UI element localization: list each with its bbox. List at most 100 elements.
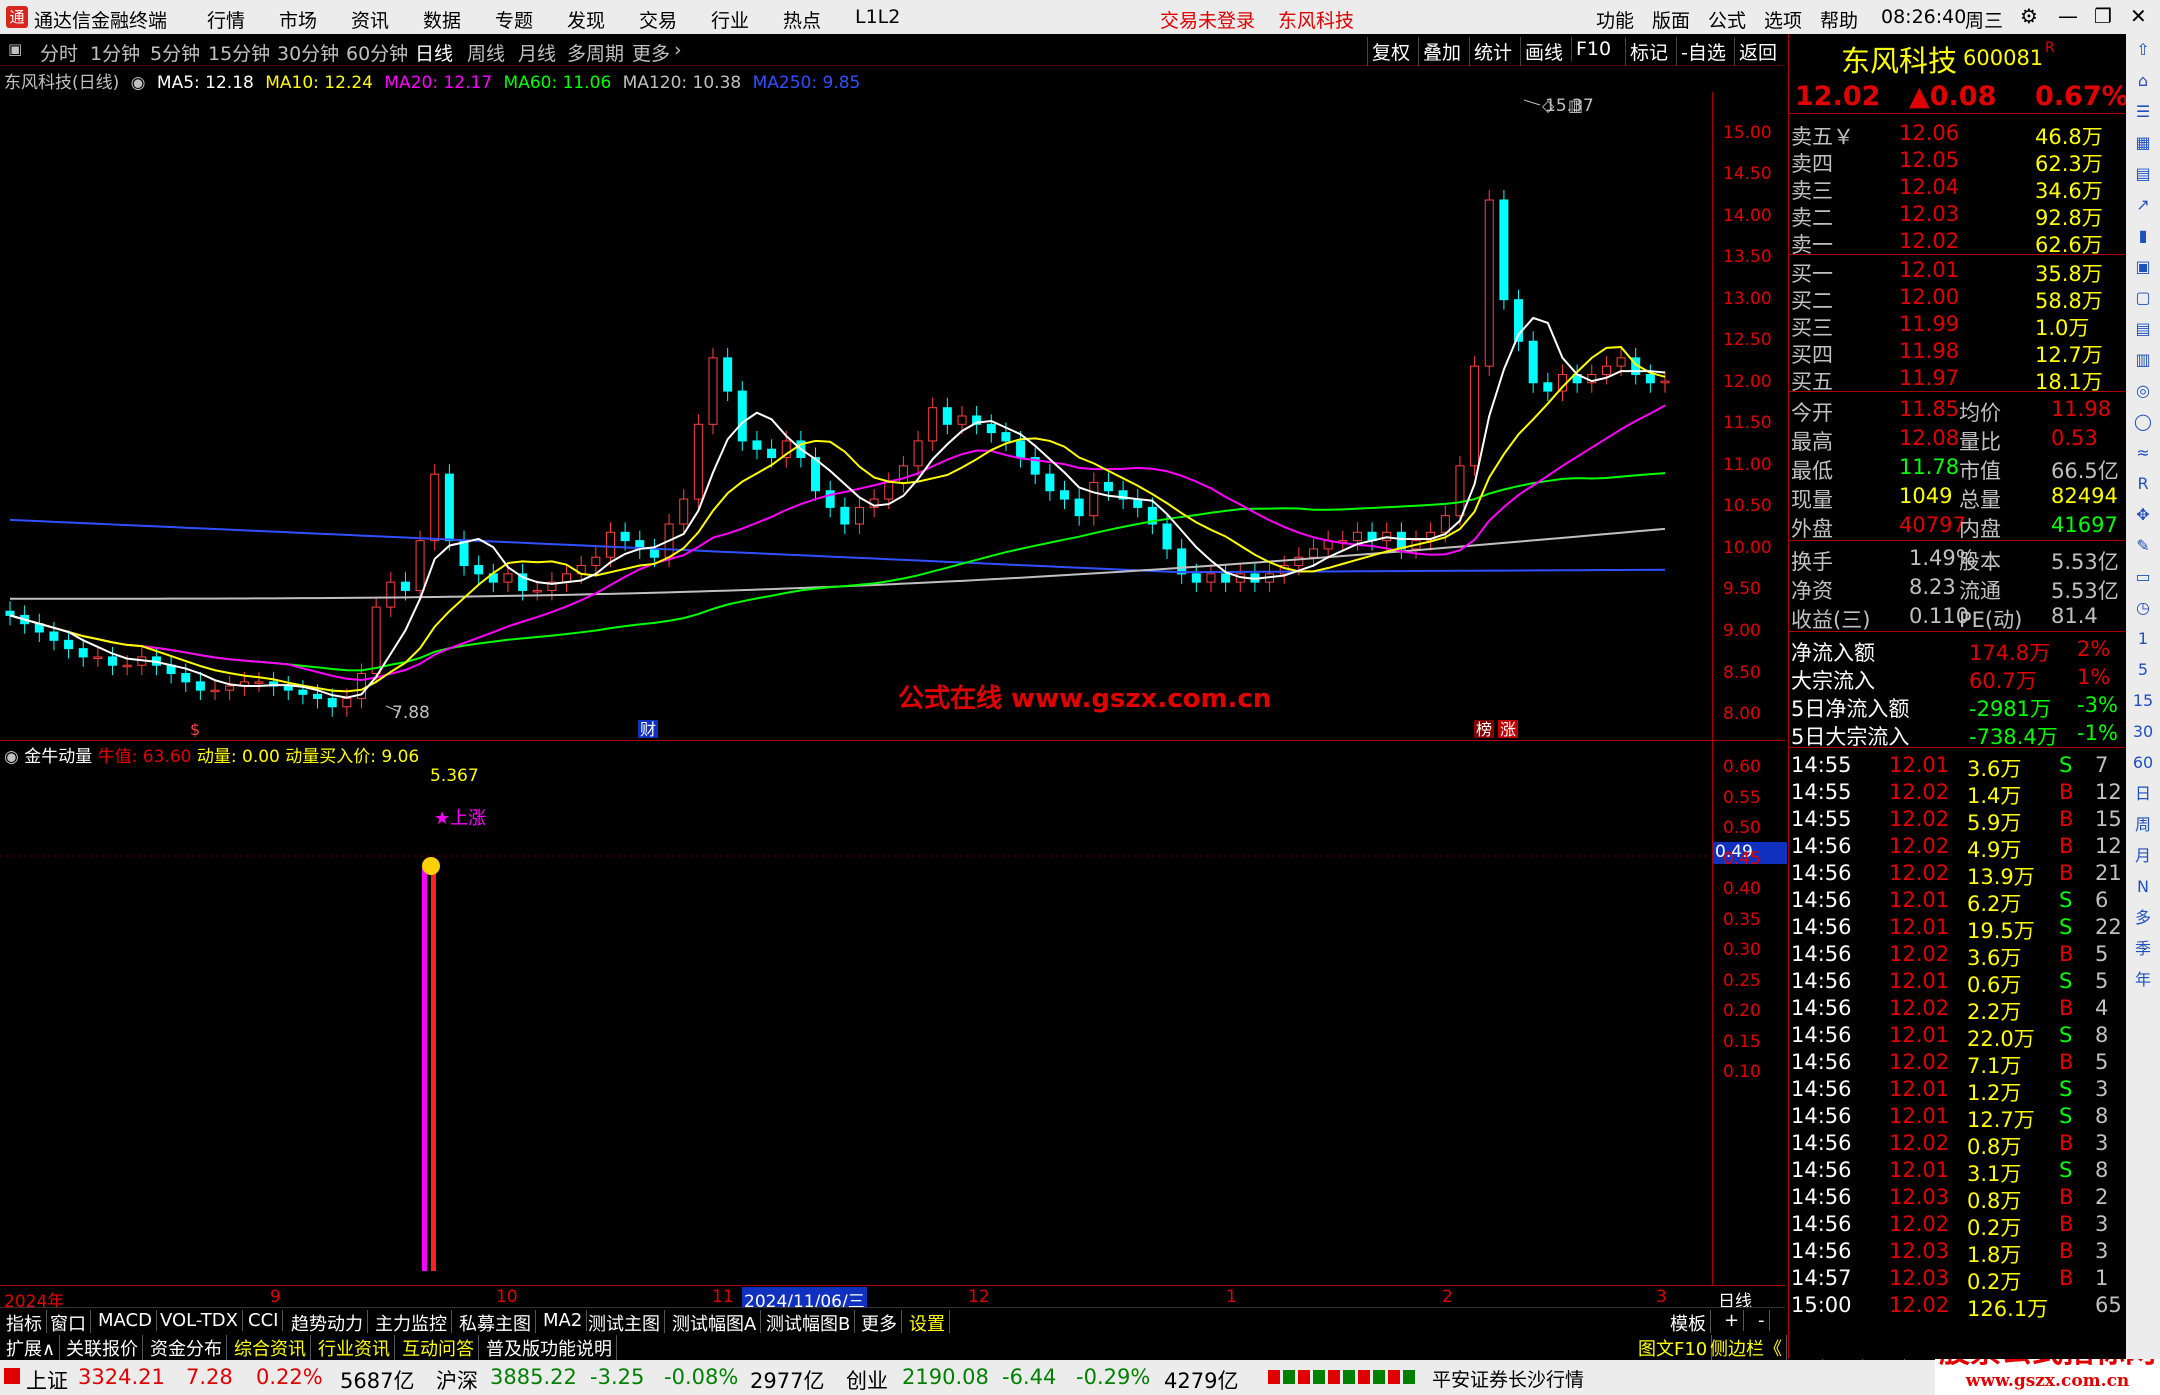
panel-toggle-icon[interactable]: ▣ [8, 40, 22, 58]
sidebar-grid-icon[interactable]: ▣ [2126, 251, 2160, 282]
sidebar-time-icon[interactable]: ◷ [2126, 592, 2160, 623]
menu-redian[interactable]: 热点 [783, 6, 821, 33]
btn-fanhui[interactable]: 返回 [1734, 37, 1781, 66]
sidebar-circle-icon[interactable]: ◯ [2126, 406, 2160, 437]
sidebar-week[interactable]: 周 [2126, 809, 2160, 840]
tab-macd[interactable]: MACD [94, 1310, 157, 1331]
sidebar-move-icon[interactable]: ✥ [2126, 499, 2160, 530]
sidebar-n[interactable]: N [2126, 871, 2160, 902]
menu-hangye[interactable]: 行业 [711, 6, 749, 33]
menu-zhuanti[interactable]: 专题 [495, 6, 533, 33]
menu-gongneng[interactable]: 功能 [1596, 6, 1634, 33]
minimize-icon[interactable]: — [2058, 4, 2078, 28]
tab-cci[interactable]: CCI [244, 1310, 284, 1331]
menu-gongshi[interactable]: 公式 [1708, 6, 1746, 33]
period-5min[interactable]: 5分钟 [150, 39, 200, 66]
tab-remove-button[interactable]: - [1754, 1310, 1770, 1331]
menu-faxian[interactable]: 发现 [567, 6, 605, 33]
tab-add-button[interactable]: + [1720, 1310, 1745, 1331]
sidebar-line-icon[interactable]: ↗ [2126, 189, 2160, 220]
sidebar-multi[interactable]: 多 [2126, 902, 2160, 933]
menu-shichang[interactable]: 市场 [279, 6, 317, 33]
period-weekly[interactable]: 周线 [467, 39, 505, 66]
sidebar-1-icon[interactable]: 1 [2126, 623, 2160, 654]
chevron-right-icon[interactable]: › [674, 39, 682, 61]
tab-vol-tdx[interactable]: VOL-TDX [156, 1310, 243, 1331]
tab-ma2[interactable]: MA2 [539, 1310, 588, 1331]
sidebar-table-icon[interactable]: ▦ [2126, 127, 2160, 158]
sidebar-bar-icon[interactable]: ▮ [2126, 220, 2160, 251]
period-more[interactable]: 更多 [632, 39, 670, 66]
sidebar-month[interactable]: 月 [2126, 840, 2160, 871]
mark-bang[interactable]: 榜 [1476, 720, 1492, 739]
indicator-name[interactable]: 金牛动量 [24, 747, 92, 767]
sidebar-30-icon[interactable]: 30 [2126, 716, 2160, 747]
tab-hangye-zixun[interactable]: 行业资讯 [314, 1335, 395, 1361]
sidebar-fin-icon[interactable]: ▢ [2126, 282, 2160, 313]
period-multi[interactable]: 多周期 [567, 39, 624, 66]
menu-banmian[interactable]: 版面 [1652, 6, 1690, 33]
period-monthly[interactable]: 月线 [518, 39, 556, 66]
settings-dot-icon[interactable]: ◉ [131, 73, 146, 93]
gear-icon[interactable]: ⚙ [2020, 4, 2038, 28]
btn-biaoji[interactable]: 标记 [1625, 37, 1672, 66]
mark-zhang[interactable]: 涨 [1500, 720, 1516, 739]
menu-bangzhu[interactable]: 帮助 [1820, 6, 1858, 33]
tab-puji[interactable]: 普及版功能说明 [482, 1335, 617, 1361]
sidebar-wave-icon[interactable]: ≈ [2126, 437, 2160, 468]
btn-fuquan[interactable]: 复权 [1367, 37, 1414, 66]
mark-cai[interactable]: 财 [640, 720, 656, 739]
sidebar-chart-icon[interactable]: ▤ [2126, 158, 2160, 189]
sidebar-f10-icon[interactable]: ▥ [2126, 344, 2160, 375]
sidebar-fs-icon[interactable]: ▭ [2126, 561, 2160, 592]
indicator-chart[interactable]: 5.367 ★上涨 [0, 740, 1710, 1285]
sidebar-pen-icon[interactable]: ✎ [2126, 530, 2160, 561]
period-fenshi[interactable]: 分时 [40, 39, 78, 66]
tab-guanlian[interactable]: 关联报价 [62, 1335, 143, 1361]
period-30min[interactable]: 30分钟 [277, 39, 339, 66]
login-status[interactable]: 交易未登录 [1160, 6, 1255, 33]
tab-zonghe[interactable]: 综合资讯 [230, 1335, 311, 1361]
index-sh-name[interactable]: 上证 [26, 1365, 68, 1395]
menu-xuanxiang[interactable]: 选项 [1764, 6, 1802, 33]
menu-shuju[interactable]: 数据 [423, 6, 461, 33]
sidebar-15-icon[interactable]: 15 [2126, 685, 2160, 716]
sidebar-list-icon[interactable]: ☰ [2126, 96, 2160, 127]
menu-jiaoyi[interactable]: 交易 [639, 6, 677, 33]
sidebar-5-icon[interactable]: 5 [2126, 654, 2160, 685]
index-cy-name[interactable]: 创业 [846, 1365, 888, 1395]
tab-cebianlan[interactable]: 侧边栏《 [1706, 1335, 1787, 1361]
period-60min[interactable]: 60分钟 [346, 39, 408, 66]
tab-zijin[interactable]: 资金分布 [146, 1335, 227, 1361]
tab-kuozhan[interactable]: 扩展∧ [2, 1335, 61, 1361]
btn-zixuan[interactable]: -自选 [1676, 37, 1730, 66]
btn-huaxian[interactable]: 画线 [1520, 37, 1567, 66]
tab-hudong[interactable]: 互动问答 [398, 1335, 479, 1361]
sidebar-year[interactable]: 年 [2126, 964, 2160, 995]
indicator-settings-icon[interactable]: ◉ [4, 747, 19, 767]
period-15min[interactable]: 15分钟 [208, 39, 270, 66]
sidebar-season[interactable]: 季 [2126, 933, 2160, 964]
mark-dollar[interactable]: $ [190, 720, 200, 739]
sidebar-ring-icon[interactable]: ◎ [2126, 375, 2160, 406]
btn-f10[interactable]: F10 [1571, 37, 1615, 61]
sidebar-doc-icon[interactable]: ▤ [2126, 313, 2160, 344]
period-daily[interactable]: 日线 [415, 39, 453, 66]
btn-tongji[interactable]: 统计 [1469, 37, 1516, 66]
restore-icon[interactable]: ❐ [2094, 4, 2112, 28]
candlestick-chart[interactable]: ◇ ▥ 15.37 7.88 $ 财 榜 涨 [0, 92, 1710, 740]
sidebar-home-icon[interactable]: ⌂ [2126, 65, 2160, 96]
menu-zixun[interactable]: 资讯 [351, 6, 389, 33]
sidebar-60-icon[interactable]: 60 [2126, 747, 2160, 778]
sidebar-up-icon[interactable]: ⇧ [2126, 34, 2160, 65]
sidebar-rsi-icon[interactable]: R [2126, 468, 2160, 499]
period-1min[interactable]: 1分钟 [90, 39, 140, 66]
broker-name[interactable]: 平安证券长沙行情 [1432, 1365, 1584, 1392]
menu-hangqing[interactable]: 行情 [207, 6, 245, 33]
index-sz-name[interactable]: 沪深 [436, 1365, 478, 1395]
tab-tuwen-f10[interactable]: 图文F10 [1634, 1335, 1713, 1361]
close-icon[interactable]: ✕ [2130, 4, 2147, 28]
menu-l1l2[interactable]: L1L2 [855, 6, 900, 28]
sidebar-day[interactable]: 日 [2126, 778, 2160, 809]
btn-diejia[interactable]: 叠加 [1418, 37, 1465, 66]
